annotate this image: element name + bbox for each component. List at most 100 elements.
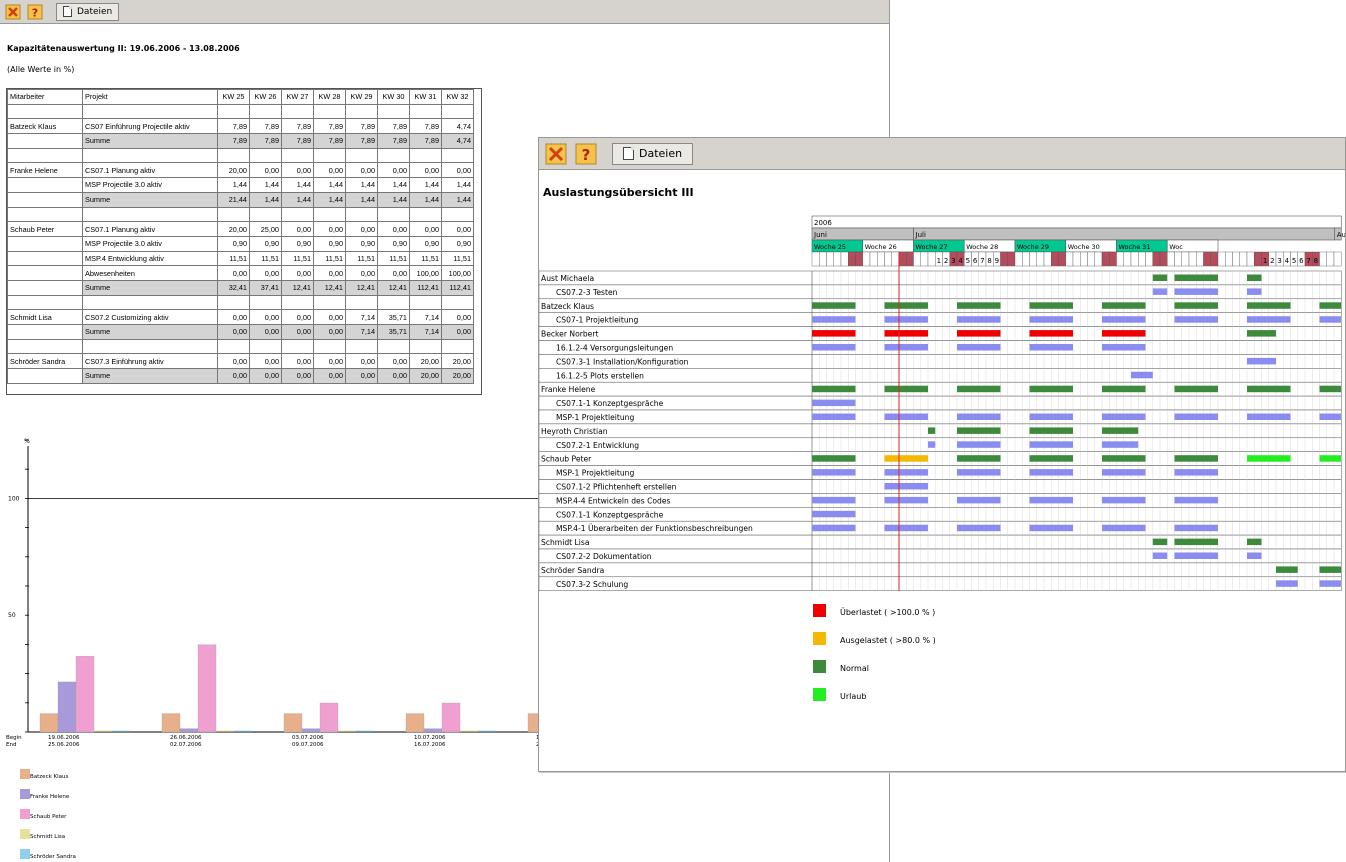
day-cell <box>1014 251 1023 267</box>
project-cell: CS07.3 Einführung aktiv <box>82 353 218 370</box>
gantt-title: Auslastungsübersicht III <box>543 186 694 199</box>
project-cell: Summe <box>82 368 218 384</box>
employee-label: Schröder Sandra <box>541 566 604 575</box>
allocation-bar <box>1102 441 1139 448</box>
value-cell: 0,00 <box>345 162 378 179</box>
close-icon[interactable] <box>4 3 22 21</box>
day-cell <box>1203 251 1211 267</box>
utilization-gantt: 2006 Juni Juli August Woche 25 Woche 26 Woche … <box>539 215 1345 701</box>
employee-row[interactable] <box>539 381 1342 397</box>
allocation-bar <box>1247 538 1262 546</box>
group-begin-label: 10.07.2006 <box>414 735 446 741</box>
close-icon[interactable] <box>544 142 568 166</box>
task-row[interactable] <box>539 368 1342 383</box>
task-label: MSP-1 Projektleitung <box>556 469 634 478</box>
files-button[interactable]: Dateien <box>612 142 694 165</box>
help-icon[interactable]: ? <box>574 142 598 166</box>
allocation-bar <box>1102 427 1139 434</box>
employee-cell <box>7 191 83 208</box>
allocation-bar <box>1247 357 1276 365</box>
value-cell: 0,90 <box>313 235 346 252</box>
day-cell <box>1254 251 1262 267</box>
group-end-label: 02.07.2006 <box>170 742 202 748</box>
value-cell: 11,51 <box>217 250 250 267</box>
employee-cell <box>7 250 83 267</box>
value-cell: 7,89 <box>345 118 378 135</box>
allocation-bar <box>812 469 856 476</box>
allocation-bar <box>1247 413 1291 420</box>
value-cell: 1,44 <box>345 191 378 208</box>
employee-row[interactable] <box>539 562 1342 578</box>
bar <box>441 702 461 733</box>
allocation-bar <box>1174 316 1218 323</box>
employee-row[interactable] <box>539 423 1342 439</box>
project-cell: CS07.1 Planung aktiv <box>82 162 218 179</box>
allocation-bar <box>884 330 928 337</box>
value-cell: 1,44 <box>249 177 282 193</box>
allocation-bar <box>957 316 1001 323</box>
day-cell <box>927 251 936 267</box>
task-row[interactable] <box>539 409 1342 425</box>
empty-cell <box>345 147 378 164</box>
files-button[interactable]: Dateien <box>56 2 120 21</box>
value-cell: 0,00 <box>345 368 378 384</box>
day-cell <box>1246 251 1255 267</box>
employee-row[interactable] <box>539 534 1342 550</box>
employee-row[interactable] <box>539 326 1342 341</box>
value-cell: 0,00 <box>249 353 282 370</box>
value-cell: 12,41 <box>377 279 410 296</box>
legend-swatch <box>813 604 826 617</box>
legend-swatch <box>813 688 826 701</box>
value-cell: 7,89 <box>345 133 378 149</box>
employee-cell: Schmidt Lisa <box>7 309 83 325</box>
allocation-bar <box>1319 566 1342 573</box>
capacity-table: Mitarbeiter Projekt KW 25 KW 26 KW 27 KW 28 KW… <box>7 89 474 384</box>
day-cell <box>1123 251 1132 267</box>
day-cell <box>1174 251 1182 267</box>
value-cell: 1,44 <box>345 177 378 193</box>
day-cell <box>833 251 842 267</box>
task-row[interactable] <box>539 437 1342 452</box>
employee-cell <box>7 265 83 281</box>
value-cell: 0,90 <box>217 235 250 252</box>
value-cell: 0,00 <box>313 221 346 237</box>
allocation-bar <box>1174 274 1218 281</box>
employee-row[interactable] <box>539 298 1342 313</box>
empty-cell <box>345 338 378 355</box>
value-cell: 0,00 <box>281 162 314 179</box>
day-number: 5 <box>1292 257 1296 265</box>
day-cell <box>1232 251 1240 267</box>
employee-row[interactable] <box>539 451 1342 466</box>
column-header: KW 25 <box>217 89 250 105</box>
task-row[interactable] <box>539 284 1342 300</box>
task-row[interactable] <box>539 576 1342 591</box>
allocation-bar <box>812 344 856 351</box>
task-label: MSP-1 Projektleitung <box>556 413 634 422</box>
help-icon[interactable]: ? <box>26 3 44 21</box>
day-cell <box>1080 251 1088 267</box>
value-cell: 0,00 <box>249 265 282 281</box>
employee-row[interactable] <box>539 270 1342 286</box>
value-cell: 0,00 <box>313 265 346 281</box>
value-cell: 11,51 <box>281 250 314 267</box>
day-cell <box>1058 251 1066 267</box>
allocation-bar <box>812 385 856 393</box>
month-label: Juni <box>813 231 827 239</box>
day-cell <box>1022 251 1030 267</box>
day-number: 6 <box>1299 257 1304 265</box>
value-cell: 0,00 <box>441 324 474 340</box>
allocation-bar <box>1174 538 1218 546</box>
task-row[interactable] <box>539 465 1342 480</box>
allocation-bar <box>1247 316 1291 323</box>
allocation-bar <box>1276 566 1298 573</box>
task-row[interactable] <box>539 548 1342 564</box>
allocation-bar <box>1152 538 1168 546</box>
value-cell: 4,74 <box>441 133 474 149</box>
legend-swatch <box>20 829 30 839</box>
day-cell <box>1109 251 1117 267</box>
value-cell: 0,00 <box>345 265 378 281</box>
task-row[interactable] <box>539 312 1342 327</box>
project-cell: Summe <box>82 133 218 149</box>
value-cell: 0,00 <box>281 368 314 384</box>
value-cell: 112,41 <box>441 279 474 296</box>
